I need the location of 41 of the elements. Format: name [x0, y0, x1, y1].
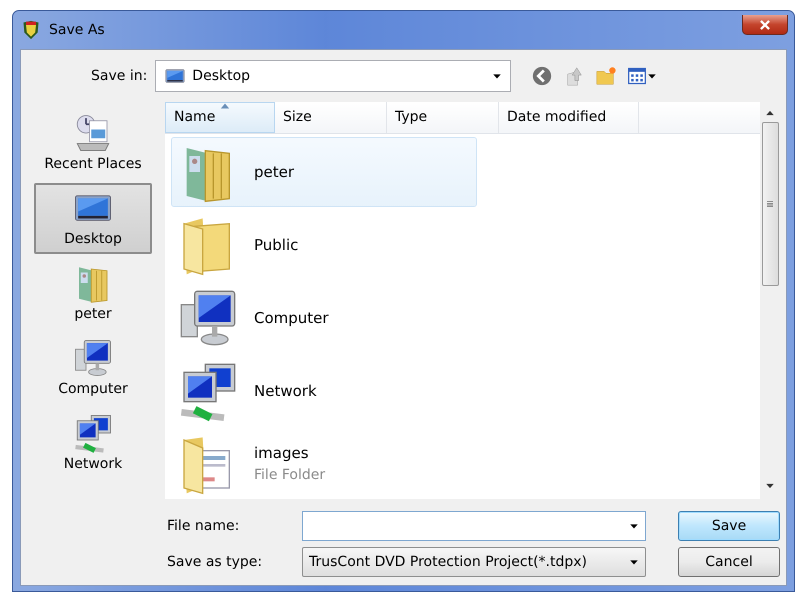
sidebar-item[interactable]: Desktop	[34, 183, 152, 254]
column-header[interactable]: Type	[387, 102, 499, 133]
close-button[interactable]	[742, 15, 788, 35]
views-icon	[627, 66, 648, 86]
save-in-label: Save in:	[91, 66, 148, 86]
sidebar-item[interactable]: peter	[34, 258, 152, 329]
column-header[interactable]: Date modified	[499, 102, 639, 133]
item-type: File Folder	[254, 466, 326, 485]
item-name: images	[254, 443, 310, 464]
item-name: Network	[254, 380, 317, 402]
save-button[interactable]: Save	[678, 511, 780, 541]
scrollbar-thumb[interactable]	[762, 122, 778, 286]
grip-icon	[766, 199, 774, 209]
sidebar-item[interactable]: Computer	[34, 333, 152, 404]
cancel-button[interactable]: Cancel	[678, 547, 780, 577]
file-item[interactable]: peter	[171, 137, 477, 207]
file-name-field[interactable]	[302, 511, 646, 541]
column-header[interactable]: Name	[165, 102, 275, 133]
close-icon	[758, 18, 772, 32]
file-type-dropdown[interactable]: TrusCont DVD Protection Project(*.tdpx)	[302, 547, 646, 577]
file-item[interactable]: Network	[171, 356, 477, 426]
save-in-dropdown[interactable]: Desktop	[155, 60, 512, 92]
save-as-type-label: Save as type:	[166, 554, 262, 570]
file-item[interactable]: Public	[171, 210, 477, 280]
sidebar-item[interactable]: Recent Places	[34, 108, 152, 179]
computer-icon	[72, 337, 114, 379]
item-name: peter	[254, 162, 294, 183]
sort-arrow-icon	[220, 103, 230, 109]
item-name: Public	[254, 234, 298, 256]
scroll-up-icon[interactable]	[765, 108, 775, 118]
window-title: Save As	[49, 20, 105, 40]
file-item[interactable]: Computer	[171, 283, 477, 353]
file-item[interactable]: images File Folder	[171, 429, 477, 499]
views-button[interactable]	[627, 66, 658, 86]
sidebar-item[interactable]: Network	[34, 408, 152, 479]
column-header[interactable]: Size	[275, 102, 387, 133]
shield-icon	[21, 20, 41, 40]
back-icon[interactable]	[531, 65, 554, 87]
file-name-label: File name:	[166, 518, 240, 534]
item-name: Computer	[254, 308, 329, 329]
scroll-down-icon[interactable]	[765, 481, 775, 491]
